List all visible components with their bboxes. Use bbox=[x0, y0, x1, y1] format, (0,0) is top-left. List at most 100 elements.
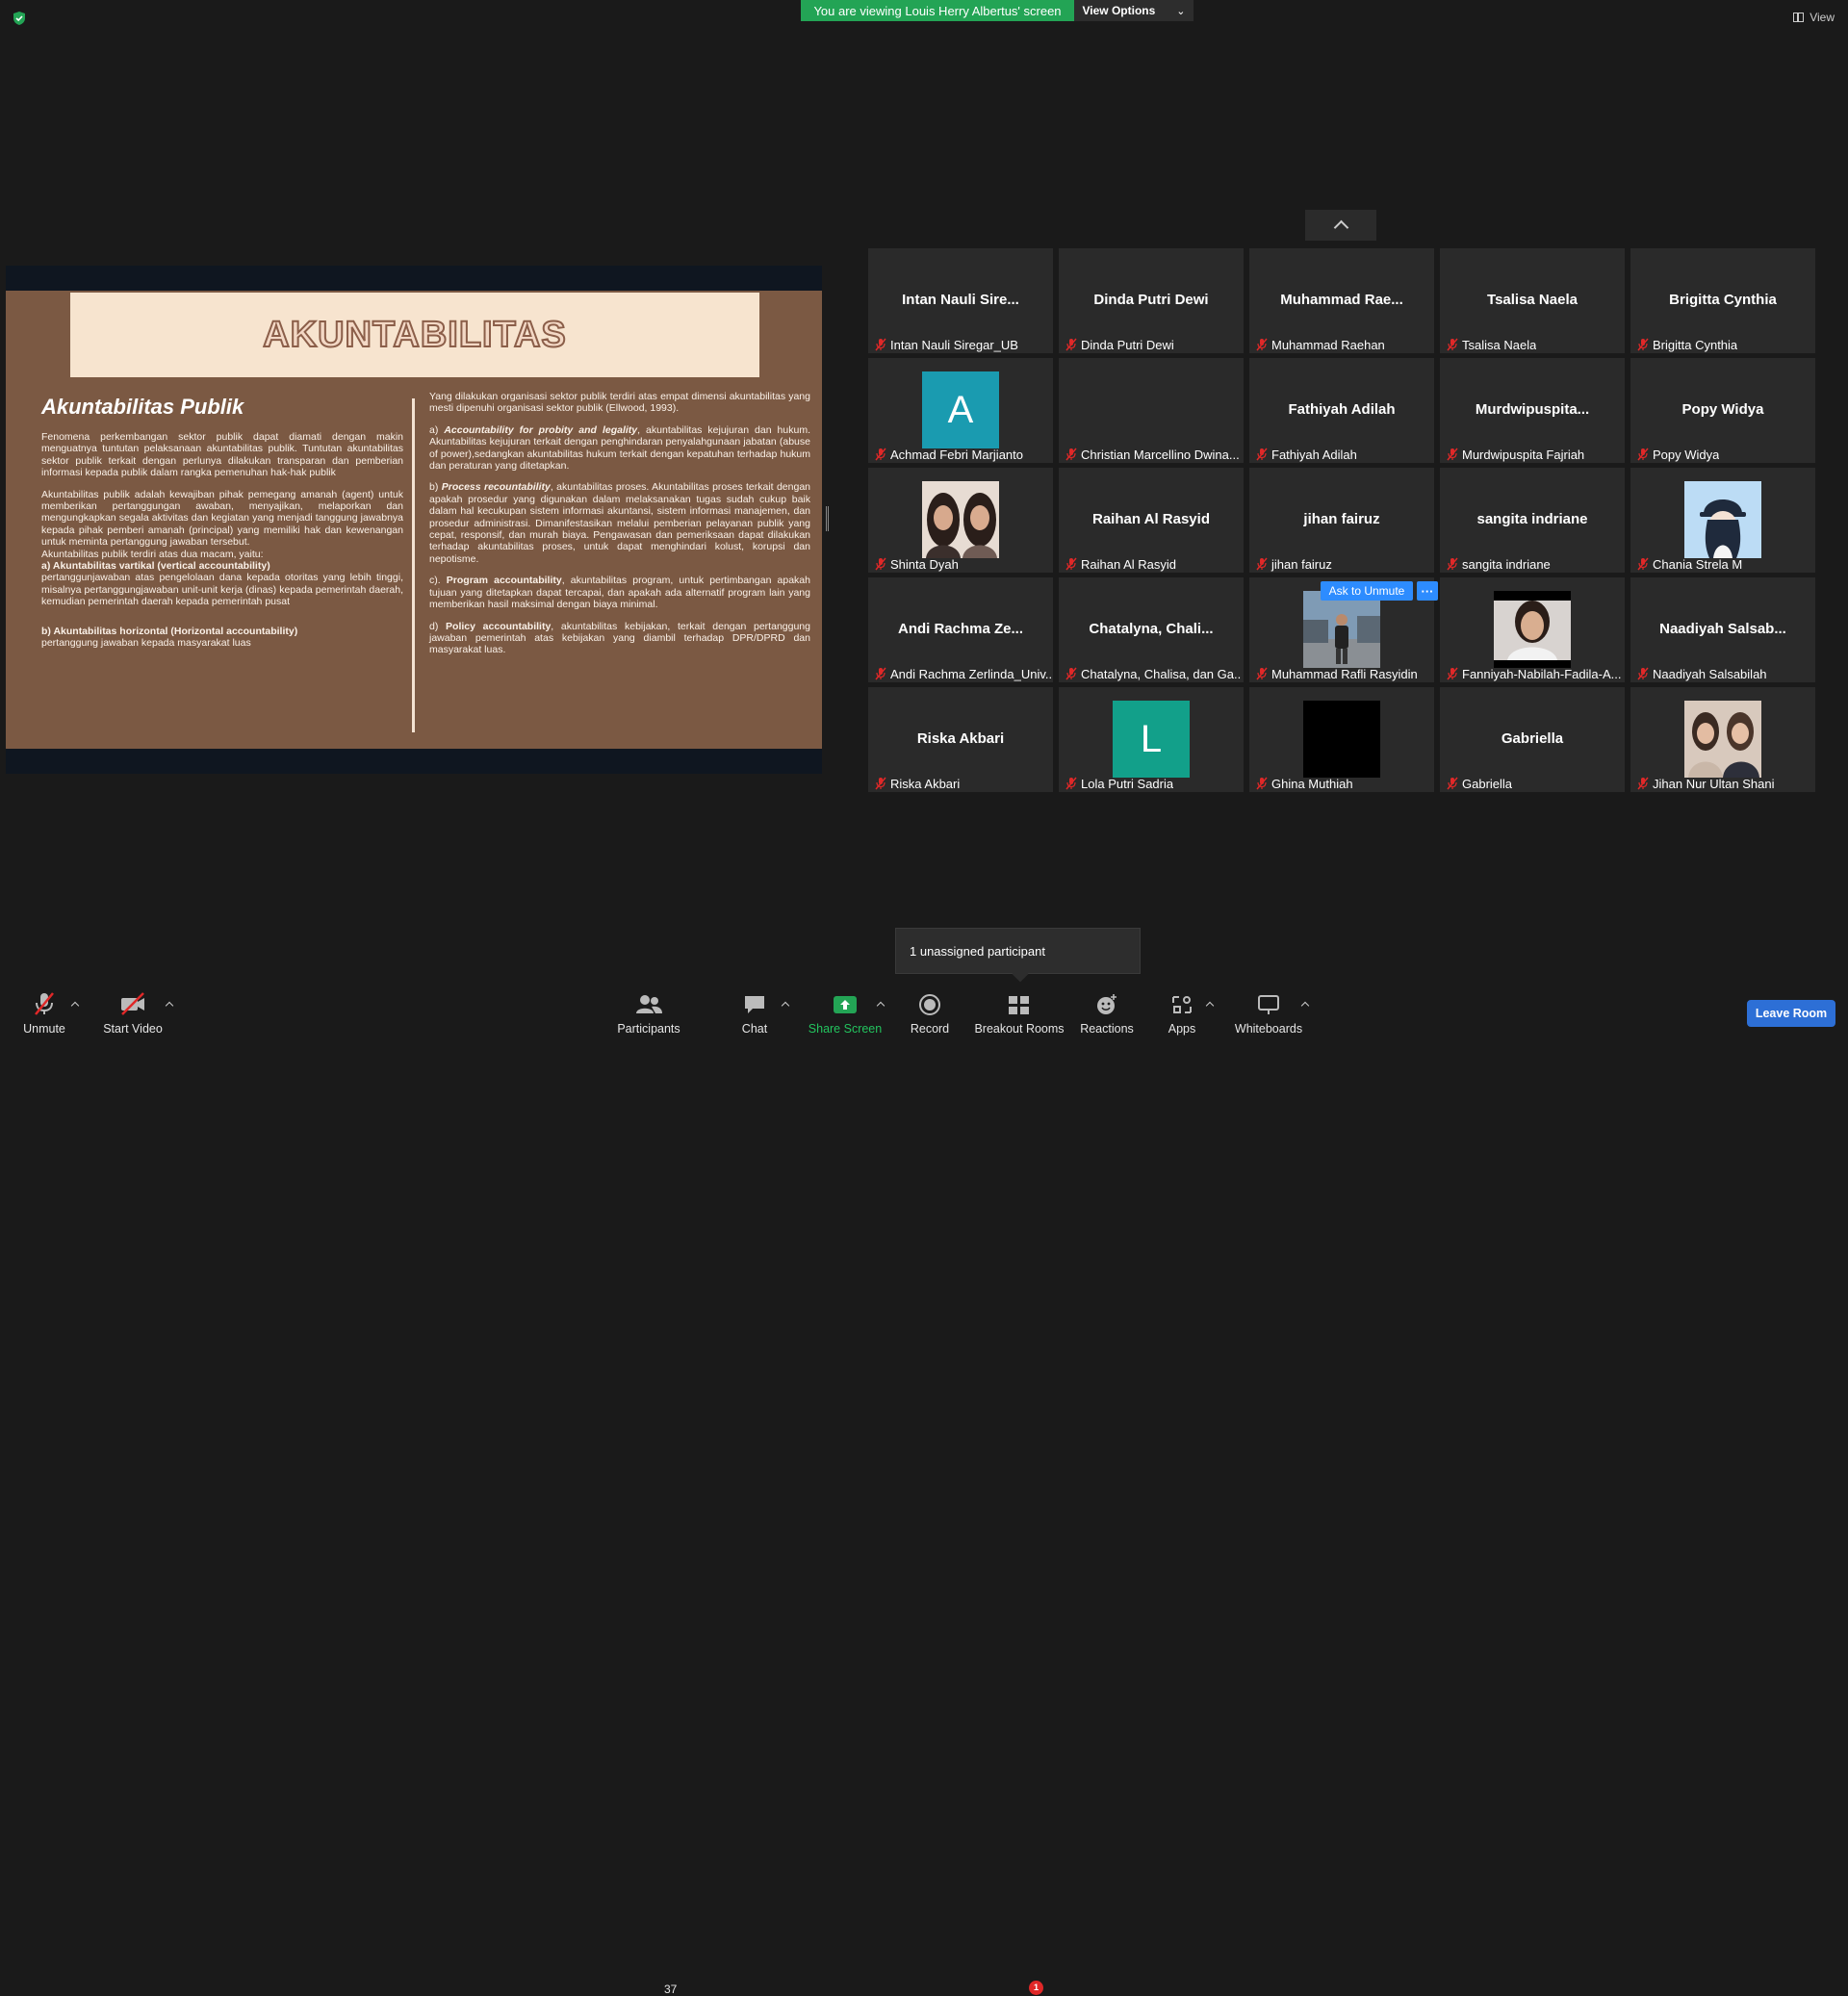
participant-name-display: Popy Widya bbox=[1681, 401, 1764, 418]
avatar: L bbox=[1113, 701, 1190, 778]
item-heading: Program accountability bbox=[446, 575, 562, 587]
participant-name: jihan fairuz bbox=[1271, 556, 1332, 572]
participant-tile[interactable]: Raihan Al Rasyid Raihan Al Rasyid bbox=[1059, 468, 1244, 573]
participant-tile[interactable]: jihan fairuz jihan fairuz bbox=[1249, 468, 1434, 573]
avatar-photo bbox=[1494, 591, 1571, 668]
mic-muted-icon bbox=[1447, 777, 1458, 790]
mic-muted-icon bbox=[875, 667, 886, 680]
participants-count: 37 bbox=[664, 1983, 678, 1996]
participant-tile[interactable]: A Achmad Febri Marjianto bbox=[868, 358, 1053, 463]
participant-name: Gabriella bbox=[1462, 776, 1513, 791]
participants-icon bbox=[636, 995, 662, 1013]
chat-options-chevron[interactable] bbox=[781, 999, 790, 1009]
participant-name-label: Fanniyah-Nabilah-Fadila-A... bbox=[1446, 666, 1621, 681]
participant-name: Dinda Putri Dewi bbox=[1081, 337, 1174, 352]
avatar-photo bbox=[922, 481, 999, 558]
reactions-button[interactable]: Reactions bbox=[1078, 985, 1136, 1039]
audio-options-chevron[interactable] bbox=[70, 999, 80, 1009]
participant-tile[interactable]: Murdwipuspita... Murdwipuspita Fajriah bbox=[1440, 358, 1625, 463]
participant-tile[interactable]: Tsalisa Naela Tsalisa Naela bbox=[1440, 248, 1625, 353]
participant-name-label: Muhammad Rafli Rasyidin bbox=[1255, 666, 1418, 681]
participant-tile[interactable]: Gabriella Gabriella bbox=[1440, 687, 1625, 792]
participant-name-display: Fathiyah Adilah bbox=[1288, 401, 1396, 418]
slide-paragraph: pertanggung jawaban kepada masyarakat lu… bbox=[41, 637, 251, 650]
mic-muted-icon bbox=[1447, 338, 1458, 351]
item-prefix: d) bbox=[429, 620, 447, 632]
participant-name-display: Murdwipuspita... bbox=[1475, 401, 1590, 418]
participant-tile[interactable]: Andi Rachma Ze... Andi Rachma Zerlinda_Un… bbox=[868, 577, 1053, 682]
panel-resize-handle[interactable] bbox=[826, 506, 829, 531]
chat-button[interactable]: Chat bbox=[728, 985, 782, 1039]
participant-tile[interactable]: Jihan Nur Ultan Shani bbox=[1630, 687, 1815, 792]
avatar: A bbox=[922, 371, 999, 448]
apps-options-chevron[interactable] bbox=[1205, 999, 1215, 1009]
video-options-chevron[interactable] bbox=[165, 999, 174, 1009]
share-options-chevron[interactable] bbox=[876, 999, 886, 1009]
participant-name: Tsalisa Naela bbox=[1462, 337, 1537, 352]
participant-tile[interactable]: Riska Akbari Riska Akbari bbox=[868, 687, 1053, 792]
participant-tile[interactable]: Chania Strela M bbox=[1630, 468, 1815, 573]
participant-name-display: Muhammad Rae... bbox=[1280, 292, 1403, 308]
record-label: Record bbox=[910, 1022, 950, 1036]
participant-name-display: Raihan Al Rasyid bbox=[1092, 511, 1210, 527]
share-screen-button[interactable]: Share Screen bbox=[807, 985, 884, 1039]
item-body: , akuntabilitas proses. Akuntabilitas pr… bbox=[429, 481, 811, 565]
participant-tile[interactable]: Shinta Dyah bbox=[868, 468, 1053, 573]
video-off-icon bbox=[121, 992, 144, 1015]
participant-name: Andi Rachma Zerlinda_Univ... bbox=[890, 666, 1051, 681]
participant-tile[interactable]: Intan Nauli Sire... Intan Nauli Siregar_U… bbox=[868, 248, 1053, 353]
participant-tile[interactable]: Brigitta Cynthia Brigitta Cynthia bbox=[1630, 248, 1815, 353]
whiteboard-icon bbox=[1258, 995, 1279, 1014]
unmute-button[interactable]: Unmute bbox=[13, 985, 75, 1039]
apps-button[interactable]: Apps bbox=[1157, 985, 1207, 1039]
record-button[interactable]: Record bbox=[905, 985, 955, 1039]
participant-tile[interactable]: Fathiyah Adilah Fathiyah Adilah bbox=[1249, 358, 1434, 463]
participant-tile[interactable]: Popy Widya Popy Widya bbox=[1630, 358, 1815, 463]
view-options-dropdown[interactable]: View Options ⌄ bbox=[1074, 0, 1194, 21]
chat-icon bbox=[745, 996, 764, 1013]
slide-left-column: Akuntabilitas Publik Fenomena perkembang… bbox=[41, 395, 403, 650]
item-prefix: b) bbox=[429, 481, 442, 494]
mic-muted-icon bbox=[875, 448, 886, 461]
participant-tile[interactable]: sangita indriane sangita indriane bbox=[1440, 468, 1625, 573]
whiteboards-options-chevron[interactable] bbox=[1300, 999, 1310, 1009]
participant-tile[interactable]: Dinda Putri Dewi Dinda Putri Dewi bbox=[1059, 248, 1244, 353]
slide-divider bbox=[412, 398, 415, 732]
participant-name-label: Muhammad Raehan bbox=[1255, 337, 1385, 352]
reactions-icon bbox=[1097, 994, 1116, 1014]
mic-muted-icon bbox=[1256, 667, 1268, 680]
participant-name-label: sangita indriane bbox=[1446, 556, 1551, 572]
participant-name: Achmad Febri Marjianto bbox=[890, 447, 1023, 462]
item-heading: Accountability for probity and legality bbox=[444, 423, 638, 436]
start-video-label: Start Video bbox=[103, 1022, 163, 1036]
breakout-rooms-button[interactable]: Breakout Rooms bbox=[974, 985, 1065, 1039]
collapse-gallery-button[interactable] bbox=[1305, 210, 1376, 241]
participant-name-label: Intan Nauli Siregar_UB bbox=[874, 337, 1018, 352]
chat-label: Chat bbox=[741, 1022, 768, 1036]
mic-muted-icon bbox=[875, 338, 886, 351]
participant-tile[interactable]: Naadiyah Salsab... Naadiyah Salsabilah bbox=[1630, 577, 1815, 682]
participant-tile[interactable]: Fanniyah-Nabilah-Fadila-A... bbox=[1440, 577, 1625, 682]
participant-tile[interactable]: Ghina Muthiah bbox=[1249, 687, 1434, 792]
participants-button[interactable]: Participants bbox=[612, 985, 685, 1039]
start-video-button[interactable]: Start Video bbox=[96, 985, 169, 1039]
mic-muted-icon bbox=[1637, 557, 1649, 571]
slide-paragraph: a) Accountability for probity and legali… bbox=[429, 424, 810, 473]
more-options-button[interactable]: ··· bbox=[1417, 581, 1438, 601]
leave-room-button[interactable]: Leave Room bbox=[1747, 1000, 1835, 1027]
participant-tile[interactable]: Christian Marcellino Dwina... bbox=[1059, 358, 1244, 463]
participant-tile[interactable]: Chatalyna, Chali... Chatalyna, Chalisa, d… bbox=[1059, 577, 1244, 682]
participant-name-display: Riska Akbari bbox=[916, 730, 1005, 747]
avatar-photo bbox=[1303, 701, 1380, 778]
participant-name: Chatalyna, Chalisa, dan Ga... bbox=[1081, 666, 1242, 681]
view-button[interactable]: View bbox=[1793, 11, 1835, 24]
ask-to-unmute-button[interactable]: Ask to Unmute bbox=[1321, 581, 1413, 601]
slide-paragraph: Akuntabilitas publik terdiri atas dua ma… bbox=[41, 548, 264, 560]
slide-subheading: a) Akuntabilitas vartikal (vertical acco… bbox=[41, 560, 270, 573]
security-shield-icon[interactable] bbox=[12, 11, 27, 26]
participant-name: Lola Putri Sadria bbox=[1081, 776, 1174, 791]
participant-tile[interactable]: L Lola Putri Sadria bbox=[1059, 687, 1244, 792]
participant-tile[interactable]: Muhammad Rae... Muhammad Raehan bbox=[1249, 248, 1434, 353]
participant-name-label: Ghina Muthiah bbox=[1255, 776, 1353, 791]
whiteboards-button[interactable]: Whiteboards bbox=[1232, 985, 1305, 1039]
